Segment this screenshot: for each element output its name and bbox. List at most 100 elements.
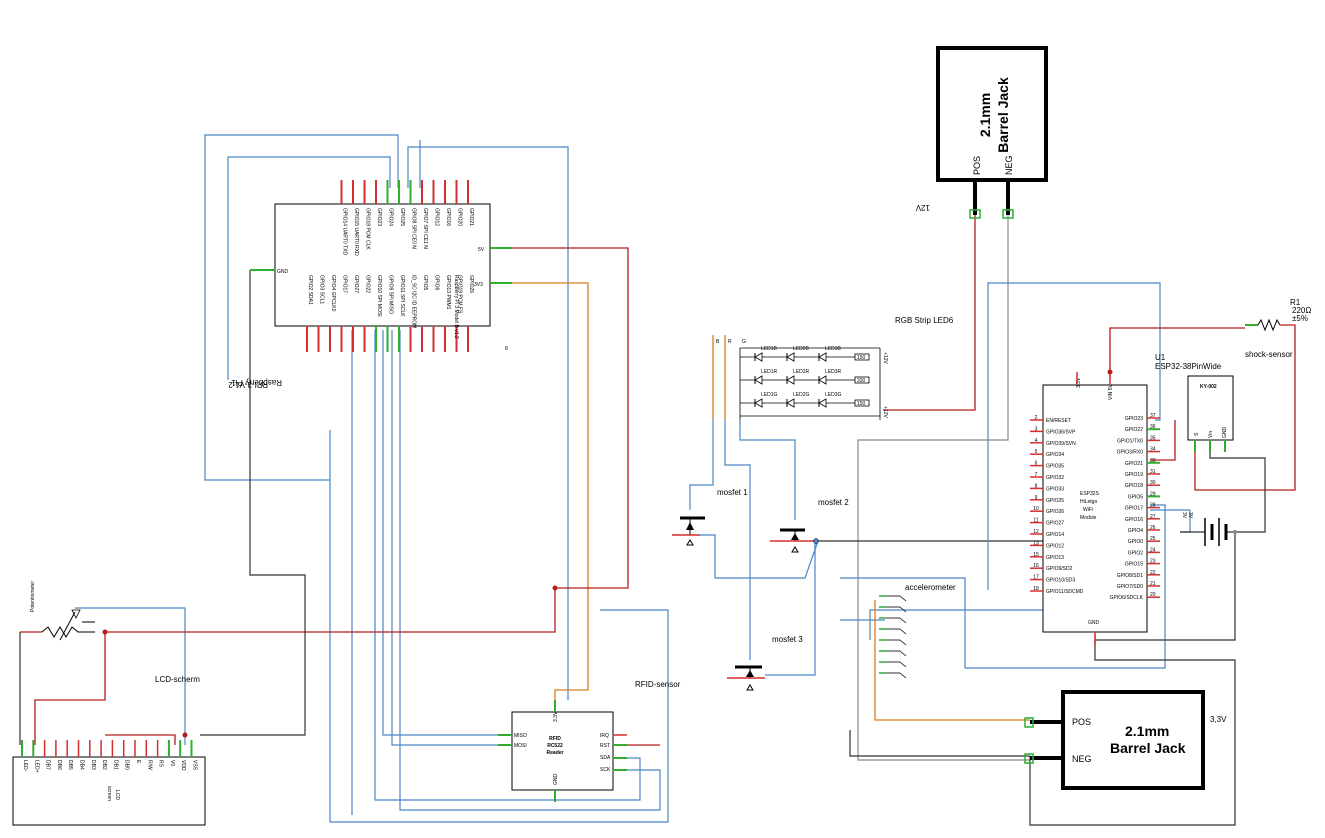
wire	[200, 270, 306, 736]
esp32-part-label: U1	[1155, 353, 1166, 362]
led-label: LED2B	[793, 346, 810, 352]
esp32-pin-num: 24	[1150, 547, 1156, 553]
lcd-pin-label: VDD	[180, 760, 186, 771]
led-diode	[786, 398, 795, 408]
rpi-pin-label: GPIO18 PCM CLK	[365, 208, 371, 250]
esp32-pin-name: GPIO8/SD1	[1117, 573, 1144, 579]
rpi-pin-label: GPIO5	[422, 275, 428, 291]
esp32-pin-num: 35	[1150, 435, 1156, 441]
accel-pin-tip	[899, 617, 907, 624]
led-diode	[754, 398, 763, 408]
accel-pin-tip	[899, 650, 907, 657]
led-resistor-value: 330	[857, 378, 866, 384]
rpi-pin-label: GPIO22	[365, 275, 371, 293]
accel-pin-tip	[899, 628, 907, 635]
esp32-pin-num: 7	[1035, 472, 1038, 478]
led-label: LED3G	[825, 392, 842, 398]
esp32-pin-name: GPIO13	[1046, 555, 1064, 561]
lcd-pin-label: LED+	[33, 760, 39, 773]
jack2-title-1: 2.1mm	[1125, 723, 1169, 739]
jack2-pos-label: POS	[1072, 717, 1091, 727]
esp32-pin-name: GPIO21	[1125, 461, 1143, 467]
led-diode	[818, 398, 827, 408]
resistor-zigzag	[1257, 318, 1281, 332]
rpi-pin-label: ID_SC I2C ID EEPROM	[411, 275, 417, 328]
esp32-pin-name: GPIO36/SVP	[1046, 429, 1076, 435]
schematic-canvas: GPIO21 GPIO20 GPIO16 GPIO12 GPIO7 SPI CE1 N G…	[12, 46, 1311, 826]
wire	[849, 730, 1030, 757]
esp32-pin-name: GPIO35	[1046, 464, 1064, 470]
wire	[869, 430, 1046, 640]
rpi-pin-label: GPIO13 PWM1	[445, 275, 451, 310]
wire	[857, 215, 1030, 761]
rpi-pin-label: GPIO21	[468, 208, 474, 226]
led-rows: LED1B LED2B LED3B 150 LED1R LED2R LED3R 330 LED1…	[740, 346, 870, 408]
esp32-pin-num: 11	[1033, 518, 1038, 524]
led-diode	[818, 375, 827, 385]
mosfet-1-label: mosfet 1	[717, 488, 748, 497]
led-label: LED1R	[761, 369, 778, 375]
led-label: LED3R	[825, 369, 842, 375]
accel-pin-tip	[899, 661, 907, 668]
esp32-pin-num: 3	[1035, 426, 1038, 432]
raspberry-pi: GPIO21 GPIO20 GPIO16 GPIO12 GPIO7 SPI CE1 N G…	[228, 180, 512, 389]
esp32-pin-name: GPIO22	[1125, 427, 1143, 433]
esp32-pin-name: GPIO27	[1046, 521, 1064, 527]
esp32-pin-name: GPIO0	[1128, 539, 1144, 545]
esp32-pin-num: 8	[1035, 483, 1038, 489]
jack1-pos-label: POS	[972, 156, 982, 175]
esp32-pin-name: GPIO26	[1046, 509, 1064, 515]
esp32-pin-num: 33	[1150, 458, 1156, 464]
barrel-jack-bottom: POS NEG 2.1mm Barrel Jack 3,3V	[1024, 690, 1227, 790]
led-pin-r: R	[728, 339, 732, 345]
esp32-pin-num: 17	[1033, 575, 1039, 581]
pot-zigzag	[41, 626, 95, 638]
rpi-pin-label: GPIO2 SDA1	[307, 275, 313, 305]
esp32-pin-num: 20	[1150, 592, 1156, 598]
jack1-neg-label: NEG	[1004, 155, 1014, 175]
ky002-label: KY-002	[1200, 384, 1217, 390]
lcd-pin-label: R/W	[146, 760, 152, 770]
led-pin-g: G	[742, 339, 746, 345]
esp32-pin-num: 18	[1033, 586, 1039, 592]
esp32-pin-num: 10	[1033, 506, 1039, 512]
rpi-pin-label: GPIO25	[399, 208, 405, 226]
lcd-pin-label: V0	[169, 760, 175, 766]
lcd-pin-label: RS	[158, 760, 164, 768]
led-diode	[786, 352, 795, 362]
led-diode	[754, 375, 763, 385]
rfid-sda: SDA	[600, 755, 611, 761]
resistor-r1: R1 220Ω ±5%	[1245, 298, 1311, 332]
accelerometer: accelerometer	[879, 583, 956, 679]
rpi-pin-label: GPIO9 SPI MISO	[388, 275, 394, 314]
mosfet-2: mosfet 2	[770, 498, 849, 553]
esp32-pin-num: 2	[1035, 415, 1038, 421]
led-resistor-value: 150	[857, 355, 866, 361]
jack1-title-1: 2.1mm	[977, 93, 993, 137]
jack1-title-2: Barrel Jack	[995, 77, 1011, 153]
led-label: LED2G	[793, 392, 810, 398]
r1-tolerance: ±5%	[1292, 314, 1308, 323]
rpi-title: Raspberry Pi 3 Model B v1.2	[453, 275, 459, 339]
esp32-pin-name: GPIO19	[1125, 472, 1143, 478]
rpi-pin-label: GPIO23	[376, 208, 382, 226]
accel-pin-tip	[899, 639, 907, 646]
rpi-pin-label: GPIO20	[457, 208, 463, 226]
esp32-chip-2: HiLetgo	[1080, 499, 1097, 505]
rfid-irq: IRQ	[600, 733, 609, 739]
rpi-pin-label: GPIO6	[434, 275, 440, 291]
lcd-name-2: screen	[106, 786, 112, 801]
wire	[689, 420, 714, 510]
esp32-pin-num: 34	[1150, 447, 1156, 453]
esp32-pin-num: 23	[1150, 559, 1156, 565]
lcd-pin-label: DB1	[112, 760, 118, 770]
lcd-name-1: LCD	[114, 790, 120, 800]
rgb-led-strip: RGB Strip LED6 B R G +12V +12V LED1B LED2…	[716, 316, 954, 420]
rfid-rst: RST	[600, 743, 610, 749]
accel-pin-tip	[899, 595, 907, 602]
mosfet-2-label: mosfet 2	[818, 498, 849, 507]
potentiometer-label: Potentiometer	[30, 581, 36, 612]
esp32-pin-name: GPIO6/SDCLK	[1110, 595, 1144, 601]
esp32-pin-name: GPIO32	[1046, 475, 1064, 481]
wire	[382, 330, 515, 736]
